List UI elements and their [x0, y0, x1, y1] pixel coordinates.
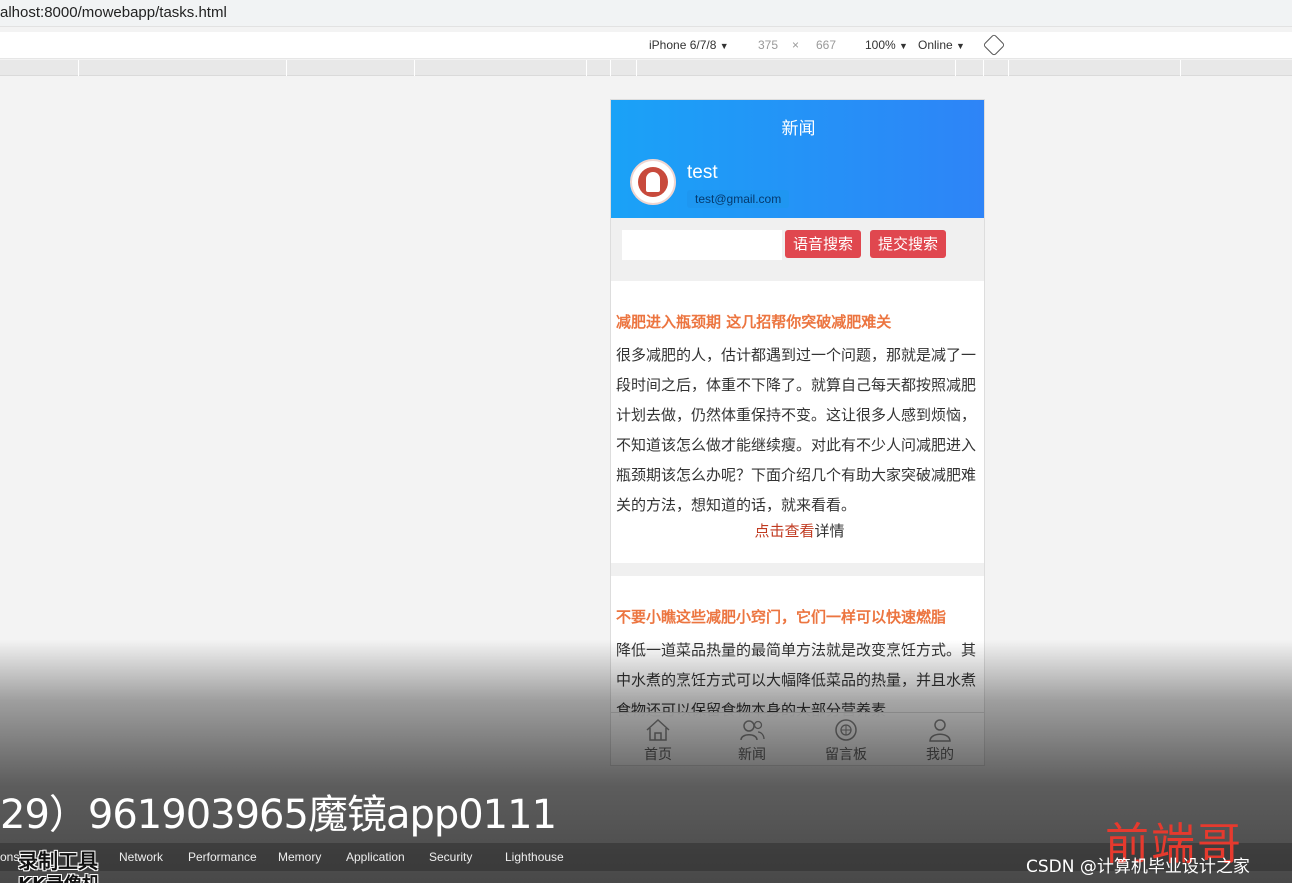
view-details-link[interactable]: 点击查看 [754, 522, 814, 540]
media-query-ruler [0, 60, 1292, 76]
message-board-icon [835, 719, 857, 741]
page-title: 新闻 [781, 119, 816, 139]
tab-network[interactable]: Network [119, 850, 163, 864]
user-email: test@gmail.com [687, 190, 790, 208]
news-body: 很多减肥的人，估计都遇到过一个问题，那就是减了一段时间之后，体重不下降了。就算自… [616, 346, 977, 514]
zoom-select[interactable]: 100% ▼ [865, 38, 908, 52]
tab-message-board[interactable]: 留言板 [799, 713, 893, 765]
chevron-down-icon: ▼ [956, 41, 965, 51]
news-title[interactable]: 不要小瞧这些减肥小窍门，它们一样可以快速燃脂 [616, 602, 983, 632]
tab-mine[interactable]: 我的 [893, 713, 984, 765]
csdn-watermark: CSDN @计算机毕业设计之家 [1026, 857, 1250, 877]
tab-news[interactable]: 新闻 [705, 713, 799, 765]
username: test [687, 162, 718, 183]
bottom-tabbar: 首页 新闻 留言板 我的 [611, 712, 984, 765]
view-details-suffix: 详情 [814, 522, 845, 540]
tab-lighthouse[interactable]: Lighthouse [505, 850, 564, 864]
phone-screen: 新闻 test test@gmail.com 语音搜索 提交搜索 减肥进入瓶颈期… [610, 99, 985, 766]
tab-home-label: 首页 [644, 747, 672, 763]
tab-application[interactable]: Application [346, 850, 405, 864]
chevron-down-icon: ▼ [719, 41, 729, 51]
recorder-watermark-sub: KK录像机 [18, 870, 100, 883]
tab-message-board-label: 留言板 [825, 747, 867, 763]
url-text[interactable]: alhost:8000/mowebapp/tasks.html [0, 4, 227, 21]
avatar-figure [646, 172, 660, 192]
device-toolbar: iPhone 6/7/8 ▼ 375 × 667 100% ▼ Online ▼ [0, 32, 1292, 59]
voice-search-button[interactable]: 语音搜索 [785, 230, 862, 258]
tab-security[interactable]: Security [429, 850, 472, 864]
network-select-label: Online [918, 38, 953, 52]
news-icon [740, 720, 765, 741]
search-input[interactable] [622, 230, 782, 260]
zoom-select-label: 100% [865, 38, 896, 52]
tab-performance[interactable]: Performance [188, 850, 257, 864]
app-header: 新闻 test test@gmail.com [611, 100, 984, 218]
avatar[interactable] [630, 159, 676, 205]
chevron-down-icon: ▼ [899, 41, 908, 51]
user-icon [929, 719, 951, 742]
tab-news-label: 新闻 [738, 747, 766, 763]
tab-home[interactable]: 首页 [611, 713, 705, 765]
network-throttle-select[interactable]: Online ▼ [918, 38, 965, 52]
device-select[interactable]: iPhone 6/7/8 ▼ [649, 38, 729, 52]
height-input[interactable]: 667 [806, 38, 846, 52]
device-select-label: iPhone 6/7/8 [649, 38, 717, 52]
search-bar: 语音搜索 提交搜索 [611, 218, 984, 270]
width-input[interactable]: 375 [748, 38, 788, 52]
news-more: 点击查看详情 [616, 520, 983, 542]
tab-mine-label: 我的 [926, 747, 954, 763]
submit-search-button[interactable]: 提交搜索 [870, 230, 947, 258]
home-icon [646, 718, 670, 741]
news-card: 减肥进入瓶颈期 这几招帮你突破减肥难关 很多减肥的人，估计都遇到过一个问题，那就… [611, 281, 984, 563]
tab-memory[interactable]: Memory [278, 850, 321, 864]
overlay-caption: 29）961903965魔镜app0111 [0, 792, 557, 838]
news-title[interactable]: 减肥进入瓶颈期 这几招帮你突破减肥难关 [616, 307, 983, 337]
times-sign: × [792, 38, 800, 52]
browser-address-bar[interactable]: alhost:8000/mowebapp/tasks.html [0, 0, 1292, 27]
